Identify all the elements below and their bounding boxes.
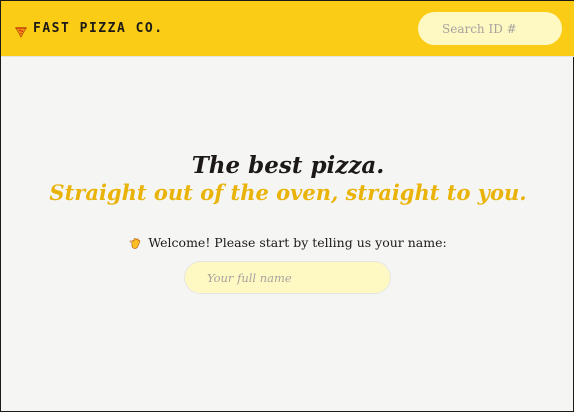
home-main: The best pizza. Straight out of the oven… bbox=[1, 57, 574, 412]
welcome-prompt: Welcome! Please start by telling us your… bbox=[1, 234, 574, 252]
order-search-input[interactable] bbox=[418, 12, 562, 45]
page-subheadline: Straight out of the oven, straight to yo… bbox=[49, 180, 527, 205]
logo-text: FAST PIZZA CO. bbox=[33, 21, 164, 36]
page-headline: The best pizza. bbox=[191, 152, 385, 179]
home-logo-link[interactable]: FAST PIZZA CO. bbox=[15, 21, 164, 38]
welcome-text: Welcome! Please start by telling us your… bbox=[148, 235, 447, 250]
waving-hand-icon bbox=[129, 237, 142, 250]
pizza-icon bbox=[15, 23, 27, 38]
app-header: FAST PIZZA CO. bbox=[1, 1, 574, 57]
full-name-input[interactable] bbox=[184, 261, 391, 294]
